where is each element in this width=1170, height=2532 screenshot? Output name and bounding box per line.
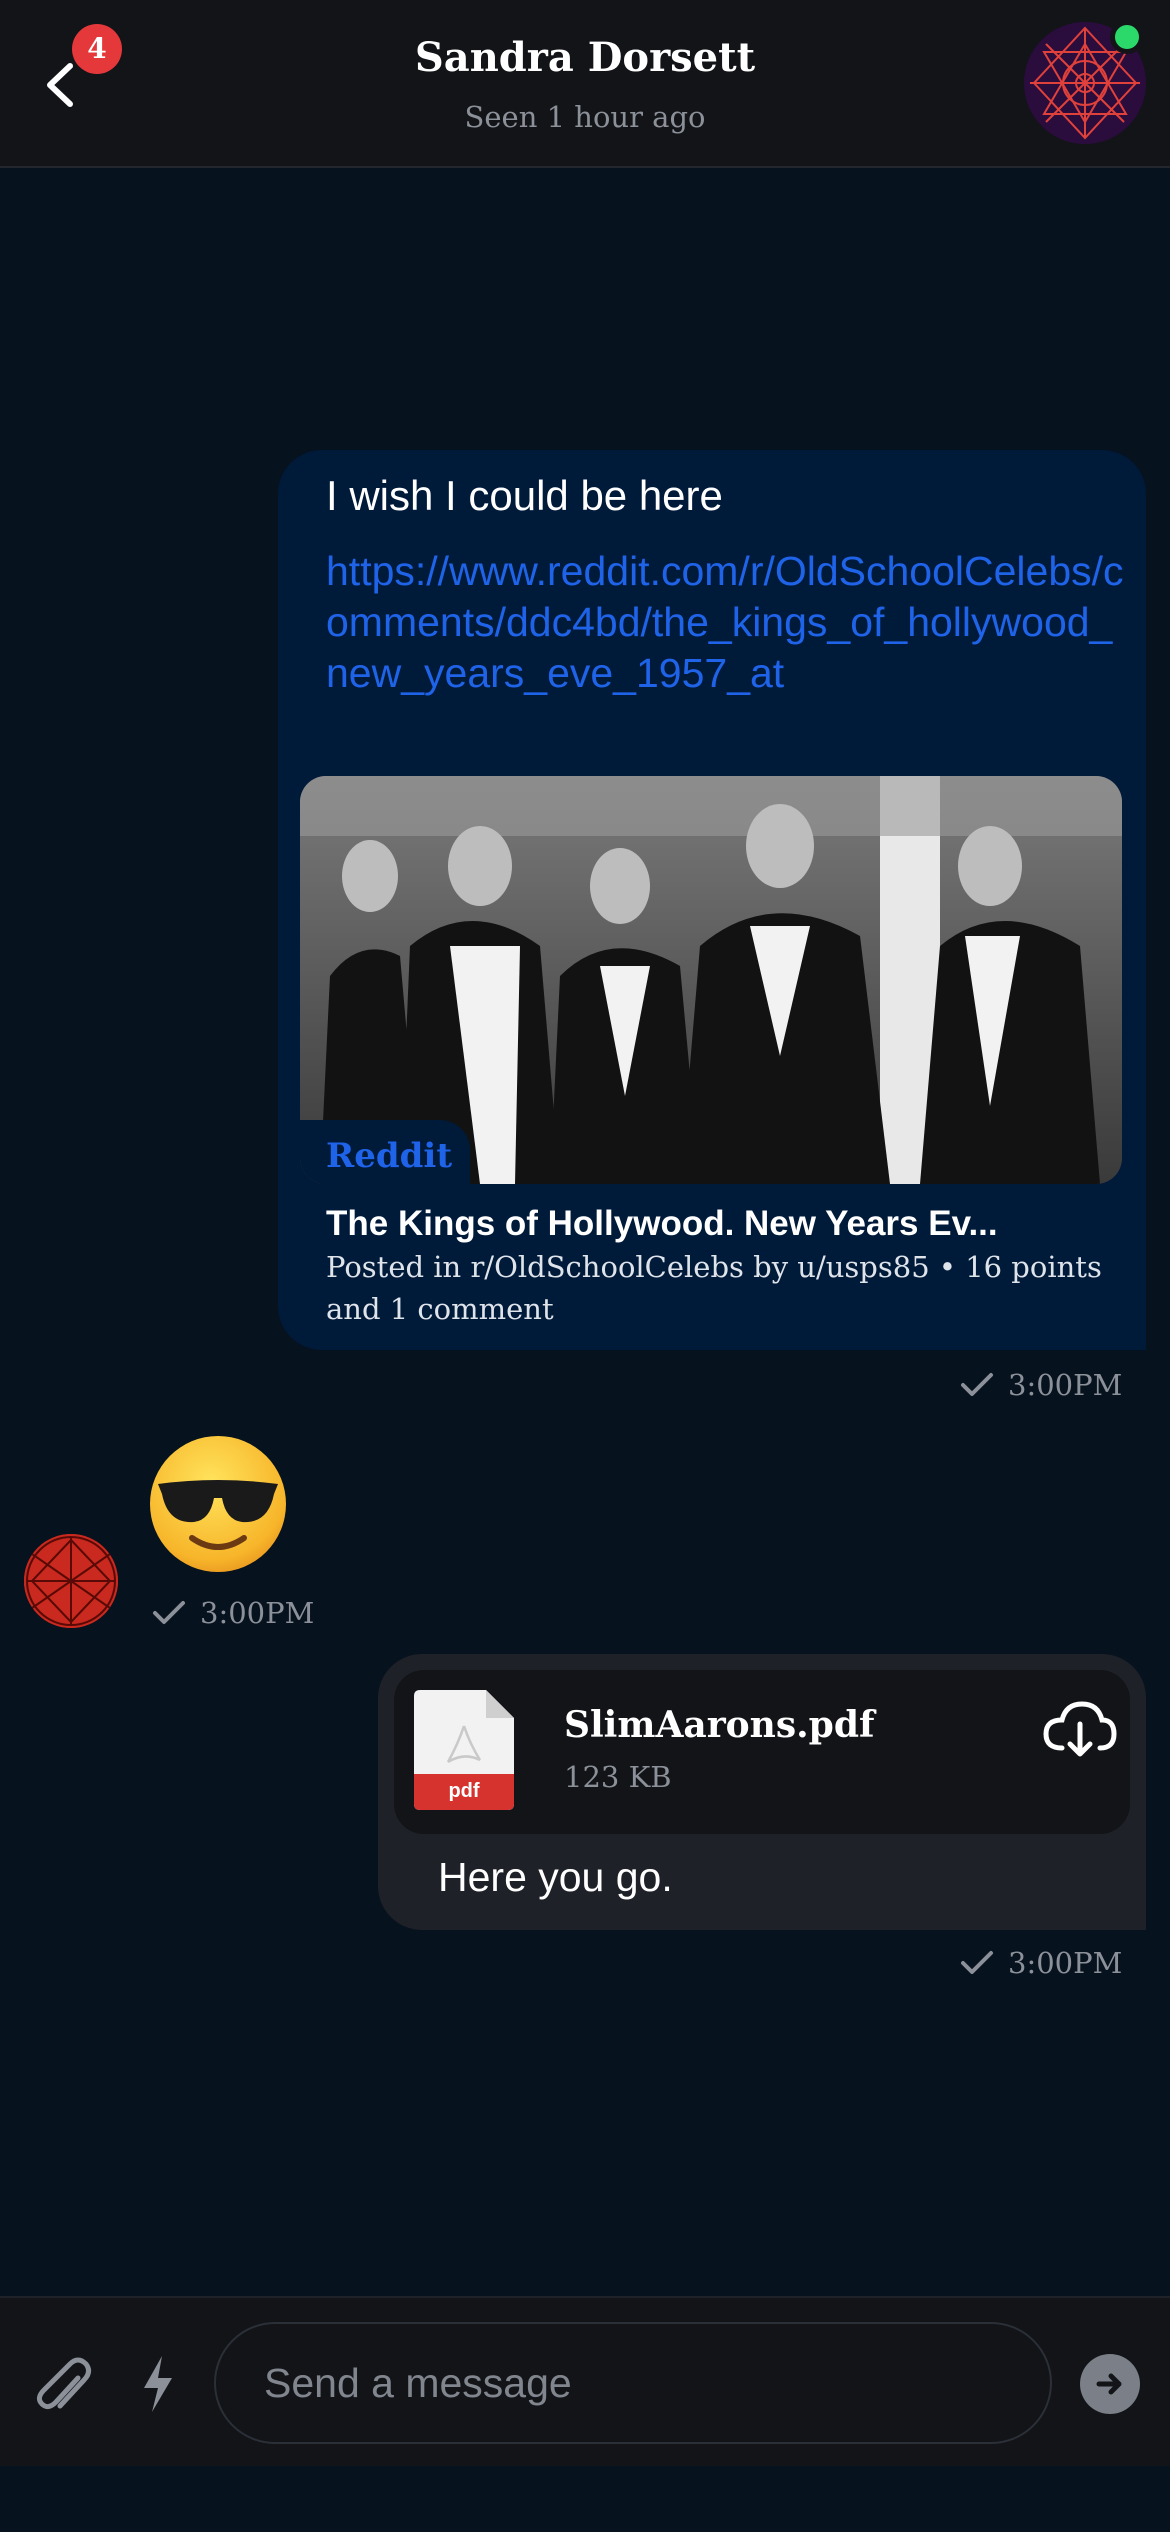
smiling-face-with-sunglasses-icon [150,1436,286,1572]
message-timestamp: 3:00PM [960,1368,1122,1402]
emoji-message[interactable] [146,1432,290,1576]
arrow-right-icon [1096,2373,1122,2395]
message-composer [0,2296,1170,2466]
cloud-download-icon[interactable] [1042,1700,1118,1760]
outgoing-link-message[interactable]: I wish I could be here https://www.reddi… [278,450,1146,1350]
file-size: 123 KB [564,1760,672,1794]
preview-source-tab: Reddit [300,1120,470,1184]
outgoing-file-message[interactable]: pdf SlimAarons.pdf 123 KB Here you go. [378,1654,1146,1930]
checkmark-icon [961,1951,993,1974]
chat-header: 4 Sandra Dorsett Seen 1 hour ago [0,0,1170,168]
file-name: SlimAarons.pdf [564,1704,875,1746]
message-link[interactable]: https://www.reddit.com/r/OldSchoolCelebs… [326,546,1126,699]
pdf-file-icon: pdf [414,1690,514,1810]
message-input[interactable] [214,2322,1052,2444]
geometric-avatar-icon [24,1534,118,1628]
preview-source: Reddit [326,1136,453,1176]
preview-title: The Kings of Hollywood. New Years Ev... [326,1204,998,1243]
contact-status: Seen 1 hour ago [464,100,706,134]
preview-meta: Posted in r/OldSchoolCelebs by u/usps85 … [326,1250,1102,1326]
paperclip-icon[interactable] [34,2354,94,2418]
file-attachment-card[interactable]: pdf SlimAarons.pdf 123 KB [394,1670,1130,1834]
message-timestamp: 3:00PM [152,1596,314,1630]
contact-name[interactable]: Sandra Dorsett [0,34,1170,81]
send-button[interactable] [1080,2354,1140,2414]
sender-avatar[interactable] [24,1534,118,1628]
timestamp-text: 3:00PM [200,1596,315,1630]
lightning-bolt-icon[interactable] [140,2354,176,2414]
file-caption: Here you go. [438,1854,673,1900]
file-type-label: pdf [448,1780,480,1802]
timestamp-text: 3:00PM [1008,1946,1123,1980]
timestamp-text: 3:00PM [1008,1368,1123,1402]
message-timestamp: 3:00PM [960,1946,1122,1980]
message-text: I wish I could be here [326,472,723,519]
home-indicator-area [0,2466,1170,2532]
online-indicator [1110,20,1144,54]
checkmark-icon [961,1373,993,1396]
checkmark-icon [153,1601,185,1624]
